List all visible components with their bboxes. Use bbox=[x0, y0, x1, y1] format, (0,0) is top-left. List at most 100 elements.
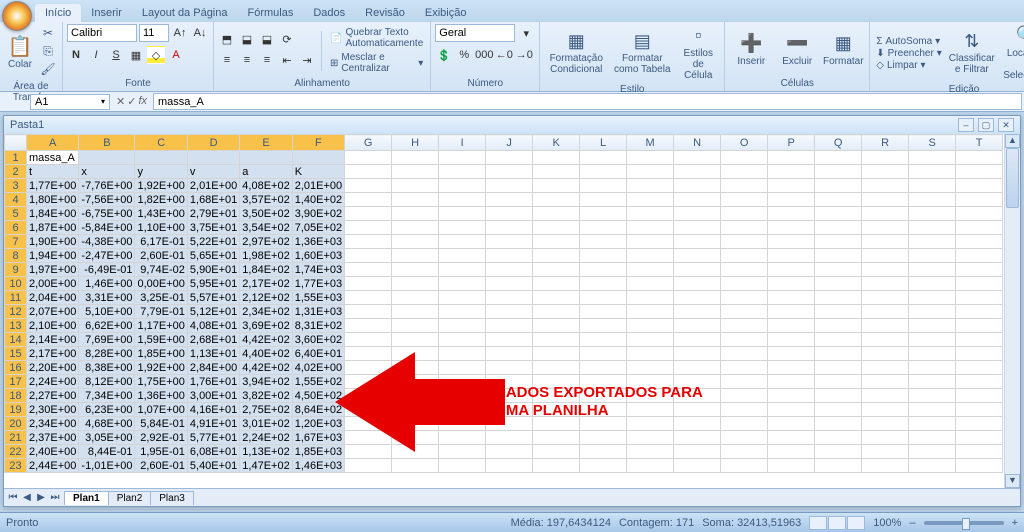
cell[interactable] bbox=[580, 417, 627, 431]
cell[interactable]: 4,42E+02 bbox=[240, 333, 292, 347]
cell[interactable] bbox=[768, 361, 815, 375]
cell[interactable] bbox=[815, 403, 862, 417]
tab-exibicao[interactable]: Exibição bbox=[415, 4, 477, 22]
cell[interactable] bbox=[956, 165, 1003, 179]
cell[interactable] bbox=[956, 459, 1003, 473]
cell[interactable] bbox=[486, 333, 533, 347]
cell-styles-button[interactable]: ▫Estilos de Célula bbox=[676, 24, 720, 83]
wrap-text-button[interactable]: 📄Quebrar Texto Automaticamente bbox=[327, 26, 426, 50]
cell[interactable] bbox=[862, 459, 909, 473]
cell[interactable]: 1,46E+00 bbox=[79, 277, 135, 291]
cell[interactable]: 1,55E+03 bbox=[292, 291, 344, 305]
close-icon[interactable]: ✕ bbox=[998, 118, 1014, 132]
cell[interactable] bbox=[768, 221, 815, 235]
cell[interactable] bbox=[439, 207, 486, 221]
cell[interactable] bbox=[486, 305, 533, 319]
cell[interactable] bbox=[533, 291, 580, 305]
cell[interactable] bbox=[627, 151, 674, 165]
cell[interactable] bbox=[674, 151, 721, 165]
cell[interactable] bbox=[439, 375, 486, 389]
sort-filter-button[interactable]: ⇅Classificar e Filtrar bbox=[946, 30, 998, 78]
font-color-button[interactable]: A bbox=[167, 46, 185, 64]
cell[interactable] bbox=[580, 403, 627, 417]
cell[interactable] bbox=[956, 375, 1003, 389]
cell[interactable] bbox=[674, 375, 721, 389]
cell[interactable] bbox=[956, 277, 1003, 291]
cell[interactable] bbox=[862, 193, 909, 207]
cell[interactable] bbox=[721, 417, 768, 431]
cell[interactable] bbox=[674, 389, 721, 403]
cell[interactable] bbox=[956, 305, 1003, 319]
cell[interactable] bbox=[721, 431, 768, 445]
cell[interactable] bbox=[439, 263, 486, 277]
normal-view-button[interactable] bbox=[809, 516, 827, 530]
cell[interactable] bbox=[956, 347, 1003, 361]
cell[interactable] bbox=[627, 207, 674, 221]
col-header-O[interactable]: O bbox=[721, 135, 768, 151]
tab-layout[interactable]: Layout da Página bbox=[132, 4, 238, 22]
cut-icon[interactable]: ✂ bbox=[40, 26, 56, 42]
cell[interactable]: 2,92E-01 bbox=[135, 431, 187, 445]
cell[interactable]: 1,40E+02 bbox=[292, 193, 344, 207]
cell[interactable] bbox=[439, 319, 486, 333]
cell[interactable] bbox=[721, 347, 768, 361]
cell[interactable] bbox=[392, 151, 439, 165]
cell[interactable] bbox=[439, 459, 486, 473]
cell[interactable] bbox=[439, 179, 486, 193]
cell[interactable] bbox=[580, 333, 627, 347]
cell[interactable] bbox=[392, 235, 439, 249]
cell[interactable] bbox=[580, 389, 627, 403]
cell[interactable]: 2,07E+00 bbox=[27, 305, 79, 319]
cell[interactable] bbox=[345, 249, 392, 263]
cell[interactable] bbox=[627, 277, 674, 291]
cell[interactable] bbox=[768, 389, 815, 403]
cell[interactable] bbox=[580, 249, 627, 263]
cell[interactable]: 2,60E-01 bbox=[135, 459, 187, 473]
cell[interactable] bbox=[815, 291, 862, 305]
tab-revisao[interactable]: Revisão bbox=[355, 4, 415, 22]
cell[interactable] bbox=[392, 431, 439, 445]
cell[interactable] bbox=[768, 305, 815, 319]
cell[interactable] bbox=[721, 263, 768, 277]
cell[interactable] bbox=[580, 291, 627, 305]
cell[interactable] bbox=[815, 319, 862, 333]
cell[interactable] bbox=[956, 431, 1003, 445]
cell[interactable] bbox=[439, 221, 486, 235]
cell[interactable] bbox=[345, 389, 392, 403]
cell[interactable]: 1,31E+03 bbox=[292, 305, 344, 319]
cell[interactable] bbox=[768, 445, 815, 459]
align-left-icon[interactable]: ≡ bbox=[218, 51, 236, 69]
cell[interactable] bbox=[439, 389, 486, 403]
cell[interactable] bbox=[909, 347, 956, 361]
row-header[interactable]: 20 bbox=[5, 417, 27, 431]
cell[interactable]: 3,01E+02 bbox=[240, 417, 292, 431]
cell[interactable] bbox=[909, 403, 956, 417]
cell[interactable]: 2,24E+02 bbox=[240, 431, 292, 445]
cell[interactable] bbox=[486, 193, 533, 207]
cell[interactable]: 9,74E-02 bbox=[135, 263, 187, 277]
cell[interactable] bbox=[345, 333, 392, 347]
cell[interactable] bbox=[392, 221, 439, 235]
cell[interactable] bbox=[956, 389, 1003, 403]
cell[interactable] bbox=[862, 263, 909, 277]
cell[interactable] bbox=[392, 179, 439, 193]
cell[interactable] bbox=[486, 179, 533, 193]
cell[interactable] bbox=[627, 305, 674, 319]
cell[interactable]: 3,57E+02 bbox=[240, 193, 292, 207]
cell[interactable] bbox=[580, 277, 627, 291]
cell[interactable]: 7,34E+00 bbox=[79, 389, 135, 403]
cell[interactable] bbox=[439, 235, 486, 249]
cell[interactable]: 1,87E+00 bbox=[27, 221, 79, 235]
cell[interactable] bbox=[533, 165, 580, 179]
cell[interactable]: 1,46E+03 bbox=[292, 459, 344, 473]
row-header[interactable]: 1 bbox=[5, 151, 27, 165]
row-header[interactable]: 18 bbox=[5, 389, 27, 403]
cell[interactable] bbox=[580, 445, 627, 459]
cell[interactable] bbox=[909, 207, 956, 221]
cell[interactable] bbox=[768, 165, 815, 179]
cell[interactable] bbox=[815, 165, 862, 179]
cell[interactable]: 4,08E+01 bbox=[187, 319, 239, 333]
sheet-nav[interactable]: ⏮◀▶⏭ bbox=[4, 492, 64, 503]
cell[interactable]: -6,49E-01 bbox=[79, 263, 135, 277]
cell[interactable] bbox=[533, 207, 580, 221]
